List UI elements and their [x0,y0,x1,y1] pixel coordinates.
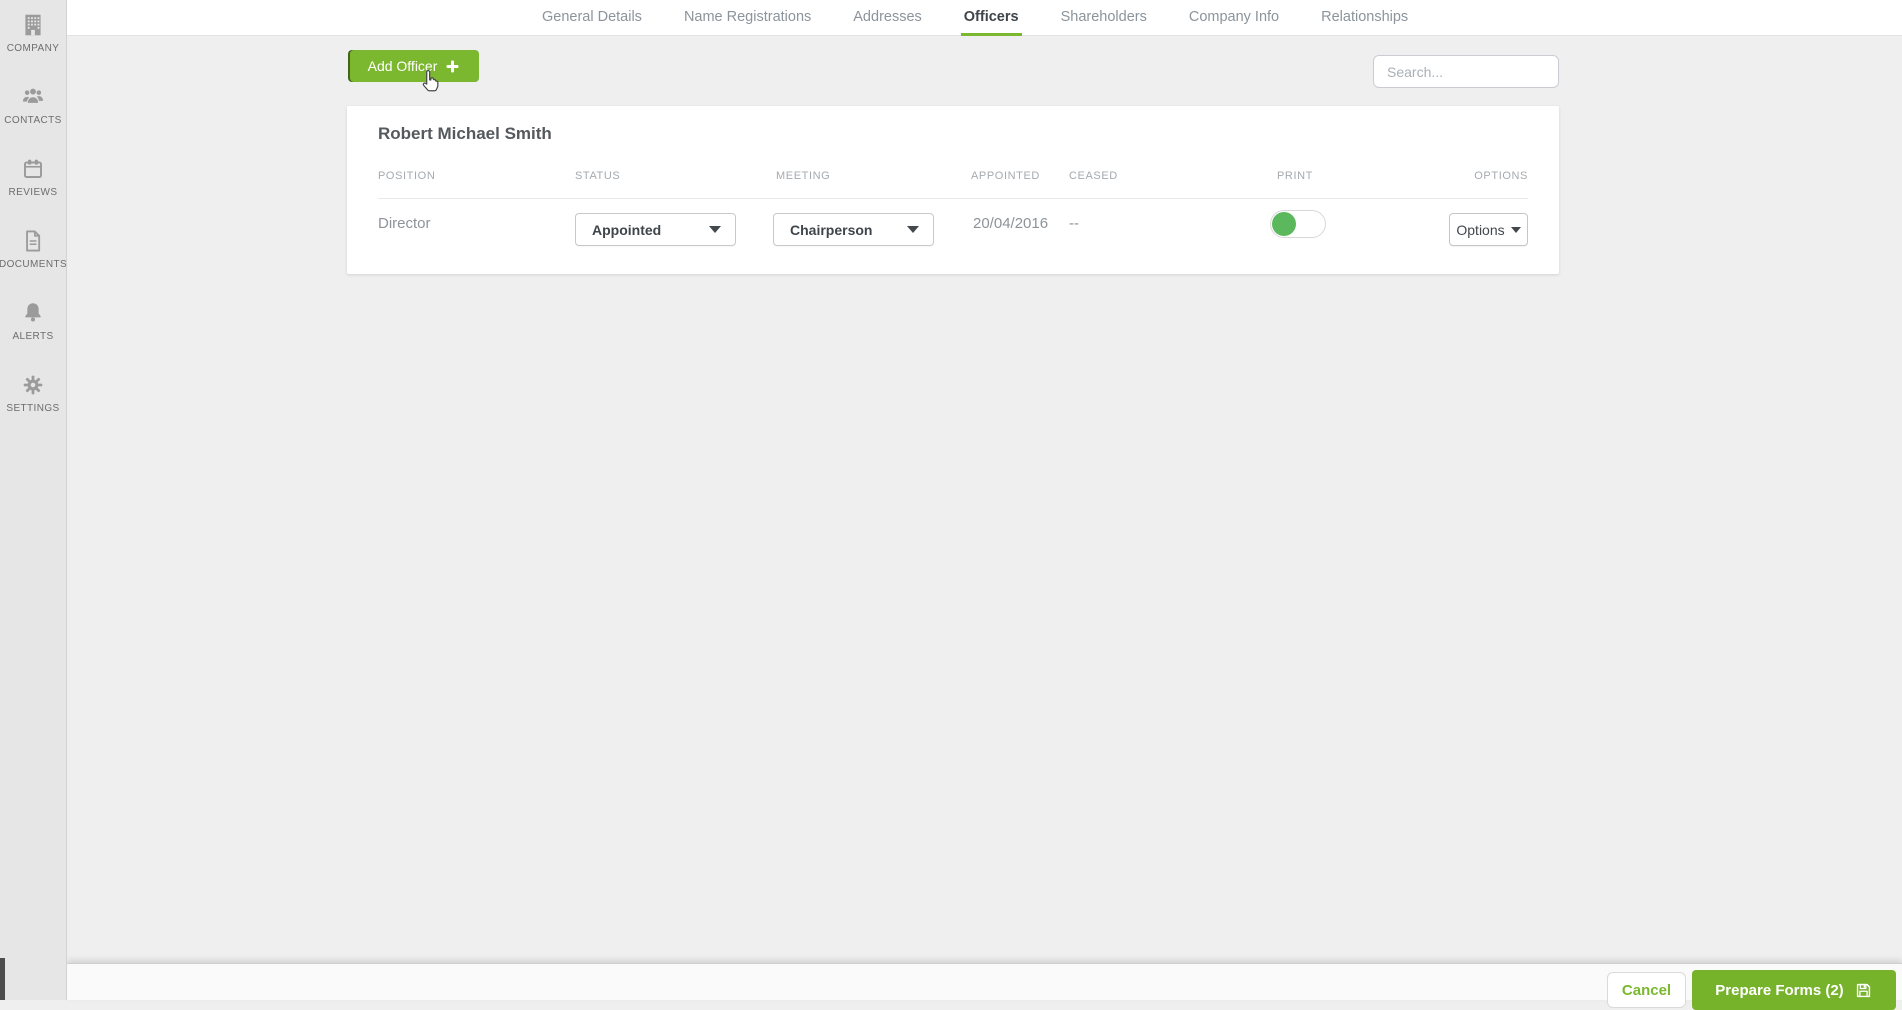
sidebar: COMPANY CONTACTS REVIEWS [0,0,67,1000]
prepare-forms-label: Prepare Forms (2) [1715,982,1843,999]
add-officer-label: Add Officer [368,58,438,74]
print-toggle[interactable] [1270,210,1326,238]
tab-shareholders[interactable]: Shareholders [1061,0,1147,36]
column-header-print: PRINT [1277,170,1313,182]
chevron-down-icon [1511,227,1521,233]
officer-name: Robert Michael Smith [378,124,552,144]
scrollbar-thumb[interactable] [0,958,5,1000]
sidebar-item-reviews[interactable]: REVIEWS [0,152,66,224]
tab-addresses[interactable]: Addresses [853,0,922,36]
prepare-forms-button[interactable]: Prepare Forms (2) [1692,970,1896,1010]
document-icon [20,228,46,254]
officer-card: Robert Michael Smith POSITION STATUS MEE… [347,106,1559,274]
sidebar-item-label: CONTACTS [4,115,61,126]
sidebar-item-label: ALERTS [12,331,53,342]
sidebar-item-label: REVIEWS [9,187,58,198]
column-header-options: OPTIONS [1474,170,1528,182]
sidebar-item-company[interactable]: COMPANY [0,8,66,80]
add-officer-button[interactable]: Add Officer [348,50,479,82]
column-header-ceased: CEASED [1069,170,1118,182]
tab-relationships[interactable]: Relationships [1321,0,1408,36]
tab-general-details[interactable]: General Details [542,0,642,36]
chevron-down-icon [907,226,919,233]
search-input[interactable] [1373,55,1559,88]
building-icon [20,12,46,38]
tab-bar: General Details Name Registrations Addre… [67,0,1902,36]
sidebar-item-label: COMPANY [7,43,60,54]
gear-icon [20,372,46,398]
bell-icon [20,300,46,326]
meeting-dropdown[interactable]: Chairperson [773,213,934,246]
tab-name-registrations[interactable]: Name Registrations [684,0,811,36]
column-header-status: STATUS [575,170,620,182]
meeting-dropdown-value: Chairperson [790,222,907,238]
position-value: Director [378,215,431,232]
sidebar-item-alerts[interactable]: ALERTS [0,296,66,368]
tabs-nav: General Details Name Registrations Addre… [542,0,1408,36]
header-divider [378,198,1528,199]
column-header-appointed: APPOINTED [971,170,1040,182]
sidebar-item-contacts[interactable]: CONTACTS [0,80,66,152]
sidebar-item-label: DOCUMENTS [0,259,67,270]
calendar-icon [20,156,46,182]
column-header-meeting: MEETING [776,170,830,182]
options-button[interactable]: Options [1449,213,1528,246]
sidebar-item-documents[interactable]: DOCUMENTS [0,224,66,296]
column-header-position: POSITION [378,170,435,182]
status-dropdown[interactable]: Appointed [575,213,736,246]
tab-company-info[interactable]: Company Info [1189,0,1279,36]
save-icon [1854,981,1873,1000]
chevron-down-icon [709,226,721,233]
print-toggle-knob [1272,212,1296,236]
cancel-button[interactable]: Cancel [1607,972,1686,1008]
sidebar-item-label: SETTINGS [6,403,59,414]
options-button-label: Options [1456,222,1504,238]
sidebar-item-settings[interactable]: SETTINGS [0,368,66,440]
tab-officers[interactable]: Officers [964,0,1019,36]
people-icon [20,84,46,110]
status-dropdown-value: Appointed [592,222,709,238]
plus-icon [446,60,459,73]
appointed-date: 20/04/2016 [973,215,1048,232]
ceased-value: -- [1069,215,1079,232]
